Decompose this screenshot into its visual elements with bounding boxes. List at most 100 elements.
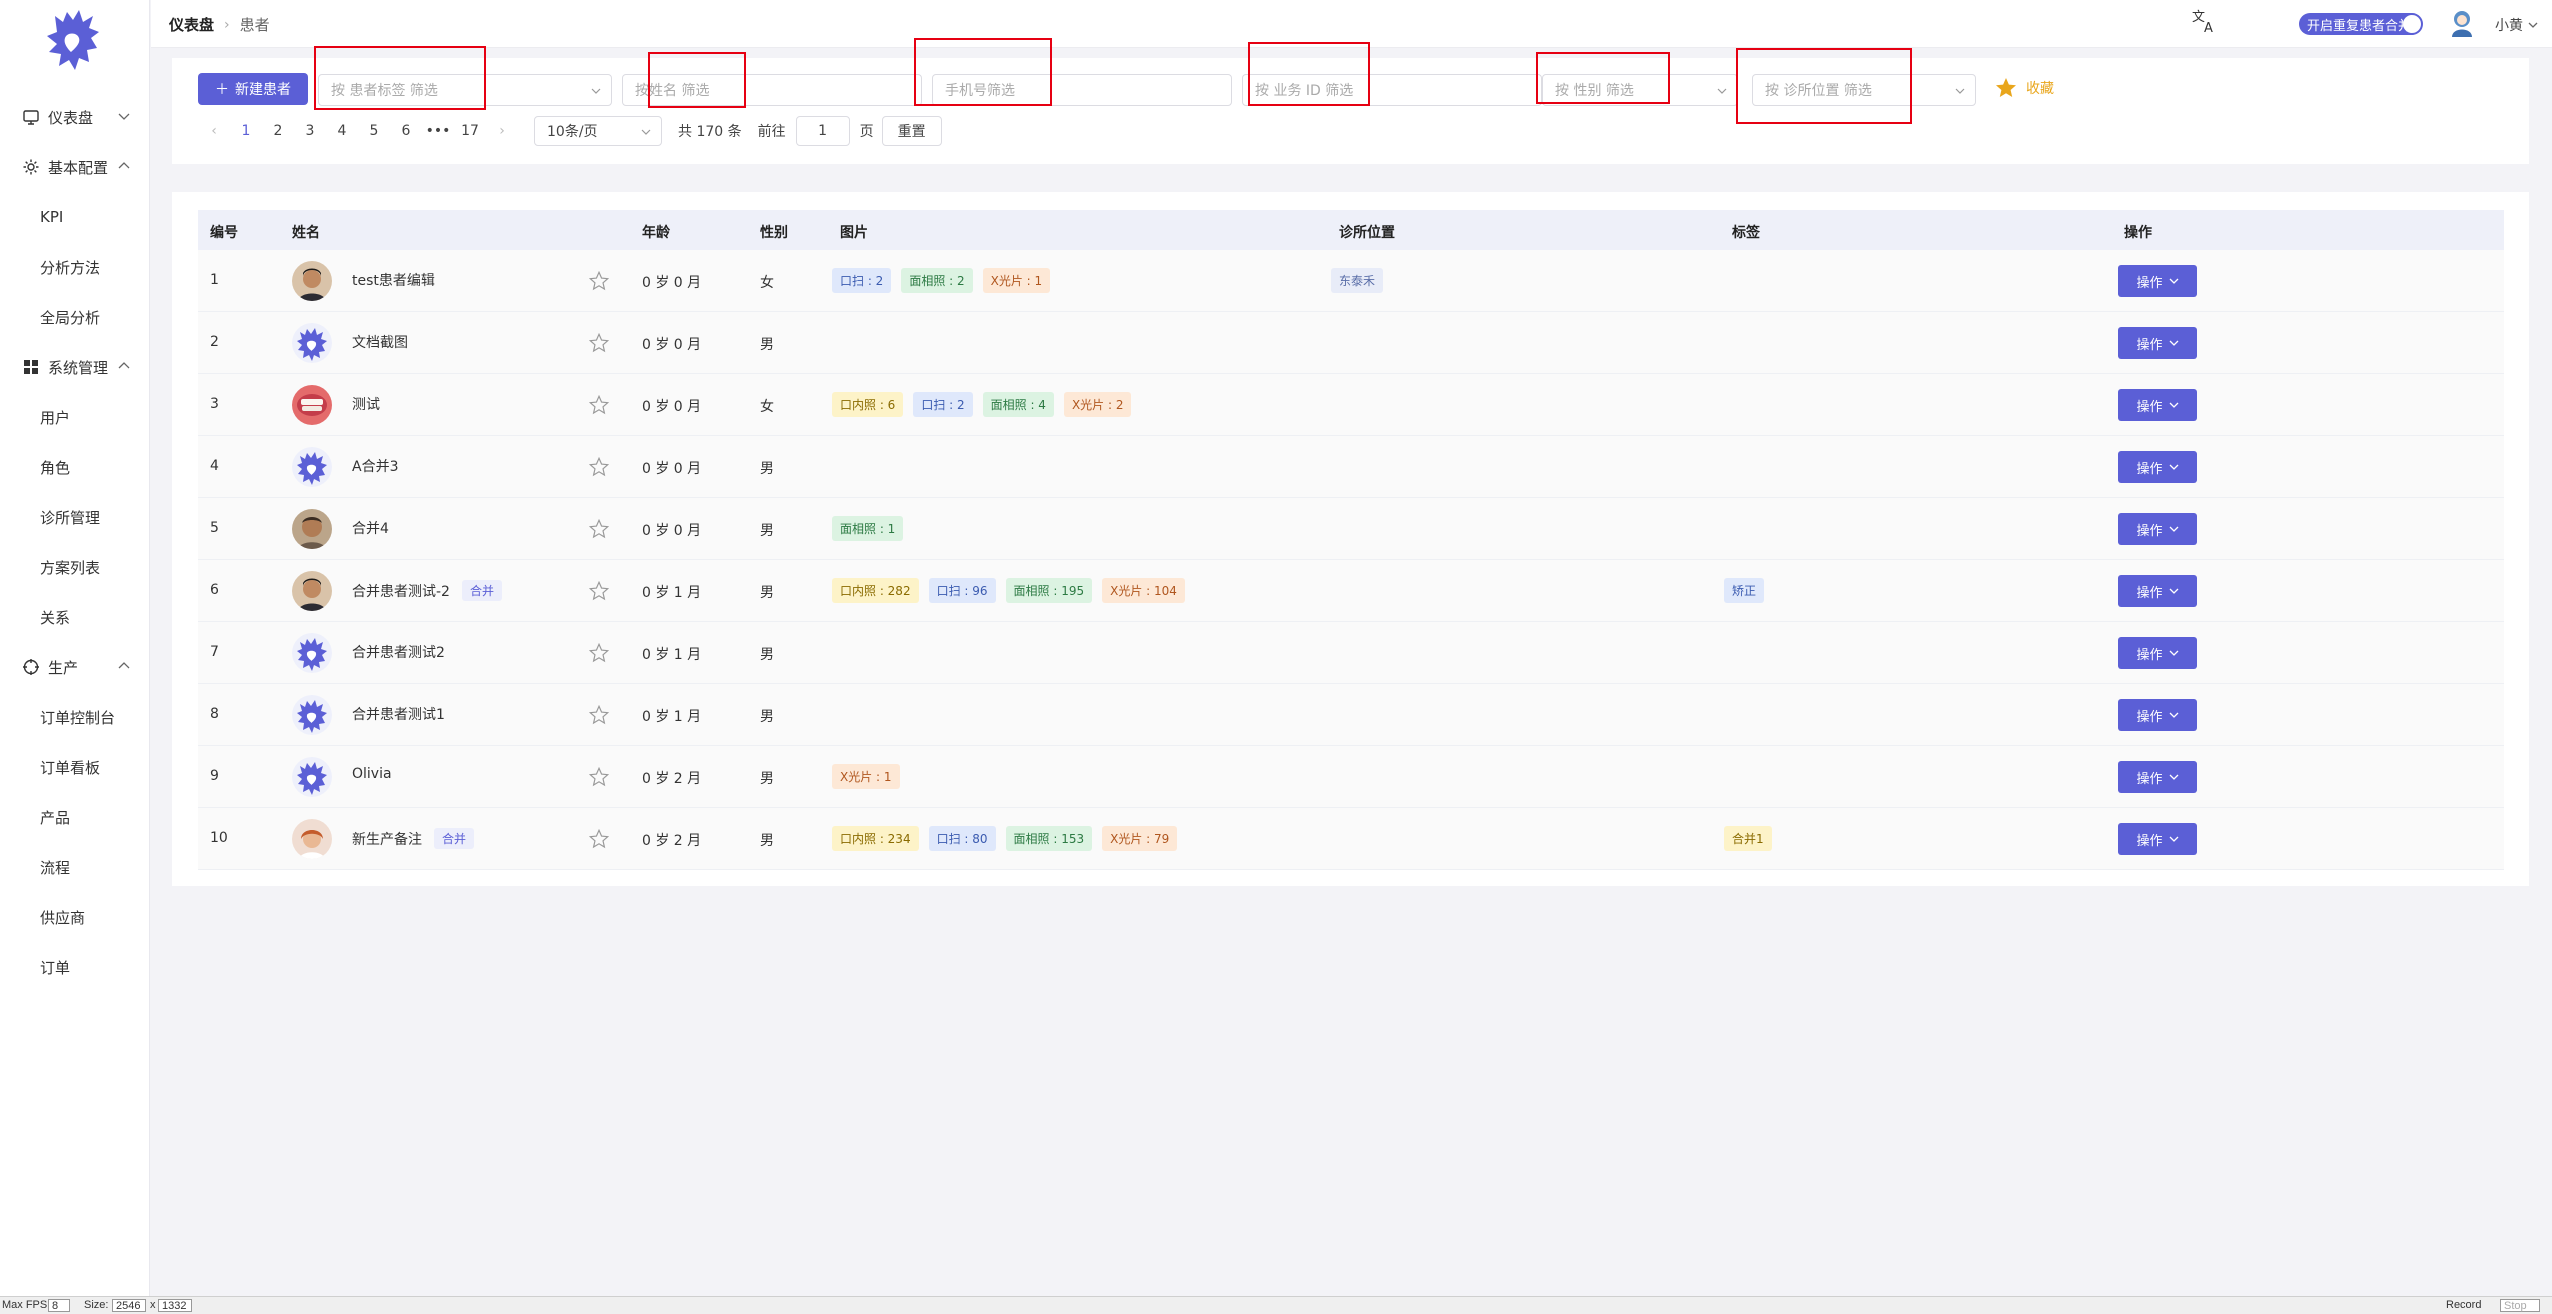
patient-name-link[interactable]: 合并患者测试2 [352, 642, 445, 662]
table-row[interactable]: 2 文档截图 0 岁 0 月 男 操作 [198, 312, 2504, 374]
fps-input[interactable]: 8 [48, 1299, 70, 1312]
actions-dropdown-button[interactable]: 操作 [2118, 823, 2197, 855]
patient-tag-filter[interactable]: 按 患者标签 筛选 [318, 74, 612, 106]
page-2[interactable]: 2 [262, 123, 294, 139]
star-outline-icon[interactable] [588, 270, 610, 292]
table-row[interactable]: 5 合并4 0 岁 0 月 男 面相照 : 1 操作 [198, 498, 2504, 560]
sidebar-item-10[interactable]: 关系 [0, 592, 150, 642]
avatar[interactable] [292, 633, 332, 673]
page-6[interactable]: 6 [390, 123, 422, 139]
star-outline-icon[interactable] [588, 828, 610, 850]
merge-duplicates-toggle[interactable]: 开启重复患者合并 [2299, 13, 2423, 35]
page-3[interactable]: 3 [294, 123, 326, 139]
phone-filter-input[interactable]: 手机号筛选 [932, 74, 1232, 106]
image-count-tag[interactable]: X光片 : 104 [1102, 578, 1185, 603]
actions-dropdown-button[interactable]: 操作 [2118, 699, 2197, 731]
patient-name-link[interactable]: 合并4 [352, 518, 389, 538]
sidebar-item-0[interactable]: 仪表盘 [0, 92, 150, 142]
sidebar-item-13[interactable]: 订单看板 [0, 742, 150, 792]
width-input[interactable]: 2546 [112, 1299, 146, 1312]
image-count-tag[interactable]: X光片 : 79 [1102, 826, 1178, 851]
record-button[interactable]: Record [2446, 1299, 2481, 1311]
table-row[interactable]: 6 合并患者测试-2 合并 0 岁 1 月 男 口内照 : 282 口扫 : 96 面相照 :… [198, 560, 2504, 622]
brand-logo-icon[interactable] [45, 8, 101, 72]
page-17[interactable]: 17 [454, 123, 486, 139]
sidebar-item-3[interactable]: 分析方法 [0, 242, 150, 292]
sidebar-item-11[interactable]: 生产 [0, 642, 150, 692]
sidebar-item-5[interactable]: 系统管理 [0, 342, 150, 392]
image-count-tag[interactable]: 面相照 : 153 [1005, 826, 1093, 851]
avatar[interactable] [292, 509, 332, 549]
page-ellipsis[interactable]: ••• [422, 123, 454, 139]
name-filter-input[interactable]: 按姓名 筛选 [622, 74, 922, 106]
prev-page-chevron-icon[interactable]: ‹ [198, 123, 230, 139]
image-count-tag[interactable]: 面相照 : 2 [901, 268, 973, 293]
breadcrumb-dashboard[interactable]: 仪表盘 [169, 14, 214, 35]
page-size-select[interactable]: 10条/页 [534, 116, 662, 146]
user-menu[interactable]: 小黄 [2495, 15, 2538, 35]
sidebar-item-12[interactable]: 订单控制台 [0, 692, 150, 742]
favorite-toggle[interactable]: 收藏 [1994, 76, 2054, 100]
reset-button[interactable]: 重置 [881, 116, 942, 146]
image-count-tag[interactable]: 面相照 : 195 [1005, 578, 1093, 603]
avatar[interactable] [292, 385, 332, 425]
image-count-tag[interactable]: 口扫 : 96 [928, 578, 996, 603]
sidebar-item-9[interactable]: 方案列表 [0, 542, 150, 592]
image-count-tag[interactable]: 口扫 : 80 [928, 826, 996, 851]
table-row[interactable]: 10 新生产备注 合并 0 岁 2 月 男 口内照 : 234 口扫 : 80 面相照 : 1… [198, 808, 2504, 870]
sidebar-item-17[interactable]: 订单 [0, 942, 150, 992]
sidebar-item-1[interactable]: 基本配置 [0, 142, 150, 192]
actions-dropdown-button[interactable]: 操作 [2118, 327, 2197, 359]
sidebar-item-15[interactable]: 流程 [0, 842, 150, 892]
new-patient-button[interactable]: ＋ 新建患者 [198, 73, 308, 105]
image-count-tag[interactable]: X光片 : 1 [832, 764, 900, 789]
sidebar-item-14[interactable]: 产品 [0, 792, 150, 842]
image-count-tag[interactable]: 面相照 : 1 [832, 516, 904, 541]
table-row[interactable]: 8 合并患者测试1 0 岁 1 月 男 操作 [198, 684, 2504, 746]
goto-page-input[interactable]: 1 [795, 116, 850, 146]
actions-dropdown-button[interactable]: 操作 [2118, 389, 2197, 421]
actions-dropdown-button[interactable]: 操作 [2118, 761, 2197, 793]
actions-dropdown-button[interactable]: 操作 [2118, 451, 2197, 483]
actions-dropdown-button[interactable]: 操作 [2118, 575, 2197, 607]
patient-name-link[interactable]: 合并患者测试-2 [352, 581, 450, 601]
page-1[interactable]: 1 [230, 123, 262, 139]
patient-name-link[interactable]: 新生产备注 [352, 829, 422, 849]
star-outline-icon[interactable] [588, 456, 610, 478]
avatar[interactable] [292, 819, 332, 859]
page-4[interactable]: 4 [326, 123, 358, 139]
sidebar-item-7[interactable]: 角色 [0, 442, 150, 492]
next-page-chevron-icon[interactable]: › [486, 123, 518, 139]
image-count-tag[interactable]: 口内照 : 6 [832, 392, 904, 417]
actions-dropdown-button[interactable]: 操作 [2118, 513, 2197, 545]
patient-name-link[interactable]: 合并患者测试1 [352, 704, 445, 724]
avatar[interactable] [292, 323, 332, 363]
image-count-tag[interactable]: 面相照 : 4 [982, 392, 1054, 417]
user-avatar-icon[interactable] [2449, 9, 2475, 37]
translate-icon[interactable]: 文 A [2189, 6, 2219, 36]
sidebar-item-2[interactable]: KPI [0, 192, 150, 242]
star-outline-icon[interactable] [588, 766, 610, 788]
star-outline-icon[interactable] [588, 580, 610, 602]
table-row[interactable]: 9 Olivia 0 岁 2 月 男 X光片 : 1 操作 [198, 746, 2504, 808]
patient-name-link[interactable]: A合并3 [352, 456, 398, 476]
clinic-location-filter-select[interactable]: 按 诊所位置 筛选 [1752, 74, 1976, 106]
table-row[interactable]: 4 A合并3 0 岁 0 月 男 操作 [198, 436, 2504, 498]
avatar[interactable] [292, 695, 332, 735]
patient-name-link[interactable]: 测试 [352, 394, 380, 414]
star-outline-icon[interactable] [588, 704, 610, 726]
gender-filter-select[interactable]: 按 性别 筛选 [1542, 74, 1738, 106]
image-count-tag[interactable]: X光片 : 2 [1063, 392, 1132, 417]
stop-button[interactable]: Stop [2500, 1299, 2540, 1312]
avatar[interactable] [292, 571, 332, 611]
star-outline-icon[interactable] [588, 642, 610, 664]
sidebar-item-6[interactable]: 用户 [0, 392, 150, 442]
image-count-tag[interactable]: 口扫 : 2 [832, 268, 892, 293]
patient-name-link[interactable]: Olivia [352, 766, 392, 782]
table-row[interactable]: 1 test患者编辑 0 岁 0 月 女 口扫 : 2 面相照 : 2 X光片 : 1 东泰禾… [198, 250, 2504, 312]
height-input[interactable]: 1332 [158, 1299, 192, 1312]
avatar[interactable] [292, 447, 332, 487]
actions-dropdown-button[interactable]: 操作 [2118, 265, 2197, 297]
image-count-tag[interactable]: X光片 : 1 [982, 268, 1051, 293]
star-outline-icon[interactable] [588, 518, 610, 540]
